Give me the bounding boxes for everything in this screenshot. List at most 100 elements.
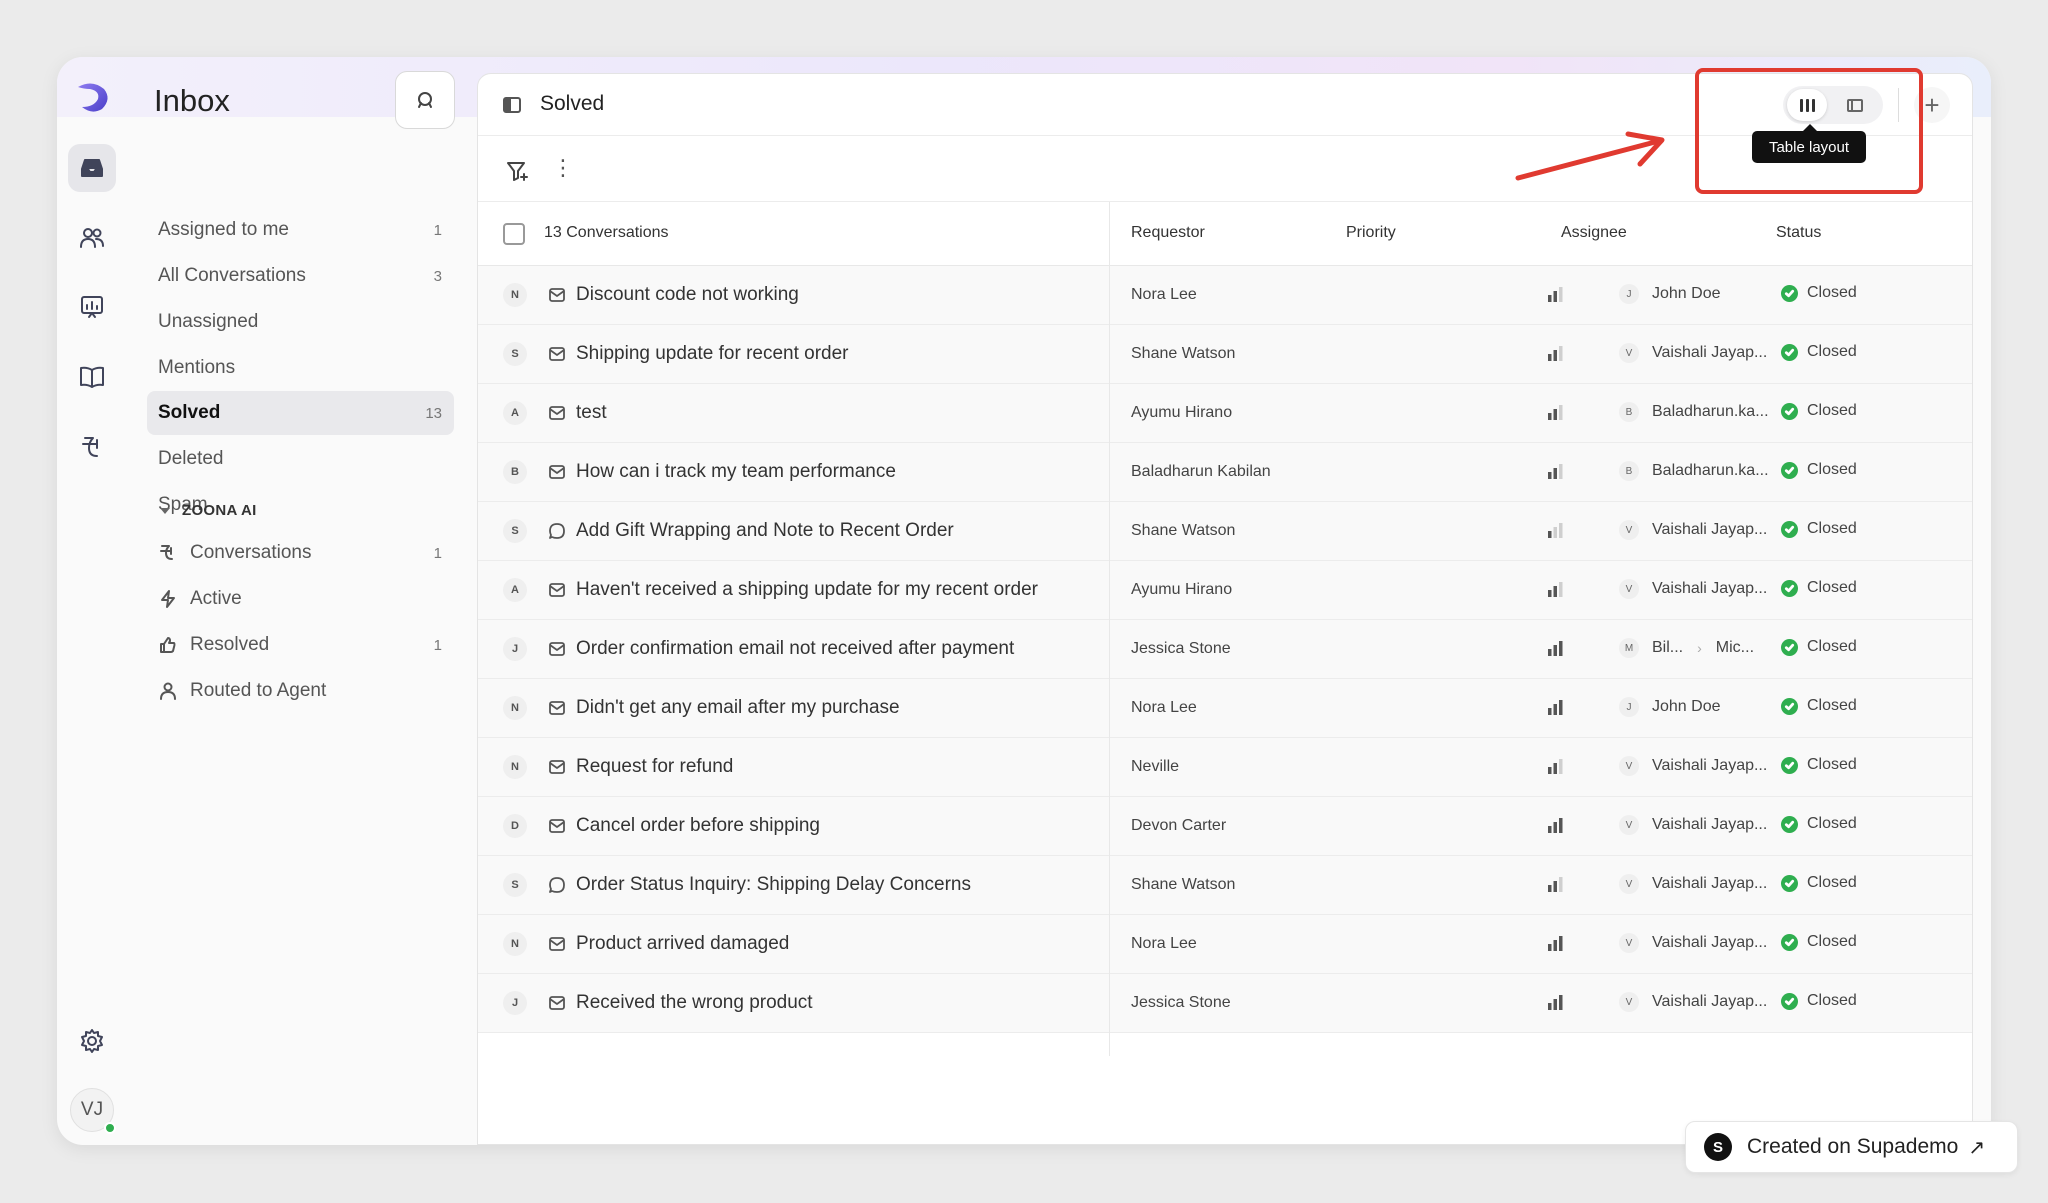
priority-bars-icon[interactable]: [1546, 404, 1564, 420]
column-header-priority[interactable]: Priority: [1346, 224, 1396, 242]
status-badge[interactable]: Closed: [1781, 815, 1857, 833]
conversation-subject[interactable]: Order Status Inquiry: Shipping Delay Con…: [576, 874, 971, 896]
sidebar-item-ai-conversations[interactable]: Conversations 1: [158, 533, 454, 573]
assignee-cell[interactable]: B Baladharun.ka...: [1619, 461, 1769, 481]
priority-bars-icon[interactable]: [1546, 817, 1564, 833]
priority-bars-icon[interactable]: [1546, 758, 1564, 774]
priority-bars-icon[interactable]: [1546, 522, 1564, 538]
conversation-subject[interactable]: Received the wrong product: [576, 992, 813, 1014]
check-circle-icon: [1781, 520, 1798, 538]
priority-bars-icon[interactable]: [1546, 581, 1564, 597]
filter-button[interactable]: [505, 159, 529, 183]
status-badge[interactable]: Closed: [1781, 697, 1857, 715]
sidebar-item-ai-resolved[interactable]: Resolved 1: [158, 625, 454, 665]
sidebar-item-solved[interactable]: Solved 13: [147, 391, 454, 435]
priority-bars-icon[interactable]: [1546, 699, 1564, 715]
status-badge[interactable]: Closed: [1781, 402, 1857, 420]
assignee-name: Vaishali Jayap...: [1652, 757, 1768, 774]
status-badge[interactable]: Closed: [1781, 284, 1857, 302]
sidebar-item-unassigned[interactable]: Unassigned: [147, 300, 454, 344]
priority-bars-icon[interactable]: [1546, 463, 1564, 479]
sidebar-item-assigned-to-me[interactable]: Assigned to me 1: [147, 208, 454, 252]
table-row[interactable]: N Discount code not working Nora Lee J John …: [478, 266, 1972, 325]
assignee-cell[interactable]: V Vaishali Jayap...: [1619, 815, 1767, 835]
conversation-subject[interactable]: Request for refund: [576, 756, 733, 778]
contacts-nav-button[interactable]: [68, 214, 116, 262]
priority-bars-icon[interactable]: [1546, 345, 1564, 361]
conversation-subject[interactable]: Product arrived damaged: [576, 933, 789, 955]
status-badge[interactable]: Closed: [1781, 874, 1857, 892]
sidebar-item-all-conversations[interactable]: All Conversations 3: [147, 254, 454, 298]
table-row[interactable]: N Request for refund Neville V Vaishali Jaya…: [478, 738, 1972, 797]
settings-nav-button[interactable]: [68, 1017, 116, 1065]
priority-bars-icon[interactable]: [1546, 994, 1564, 1010]
inbox-nav-button[interactable]: [68, 144, 116, 192]
conversation-subject[interactable]: Shipping update for recent order: [576, 343, 849, 365]
assignee-cell[interactable]: V Vaishali Jayap...: [1619, 343, 1767, 363]
table-row[interactable]: S Order Status Inquiry: Shipping Delay Co…: [478, 856, 1972, 915]
reports-nav-button[interactable]: [68, 283, 116, 331]
status-badge[interactable]: Closed: [1781, 992, 1857, 1010]
table-row[interactable]: J Received the wrong product Jessica Stone…: [478, 974, 1972, 1033]
assignee-cell[interactable]: V Vaishali Jayap...: [1619, 933, 1767, 953]
status-badge[interactable]: Closed: [1781, 933, 1857, 951]
select-all-checkbox[interactable]: [503, 223, 525, 245]
conversation-subject[interactable]: Order confirmation email not received af…: [576, 638, 1014, 660]
table-row[interactable]: S Shipping update for recent order Shane W…: [478, 325, 1972, 384]
table-row[interactable]: B How can i track my team performance Bala…: [478, 443, 1972, 502]
conversation-subject[interactable]: Add Gift Wrapping and Note to Recent Ord…: [576, 520, 954, 542]
priority-bars-icon[interactable]: [1546, 935, 1564, 951]
status-badge[interactable]: Closed: [1781, 638, 1857, 656]
table-row[interactable]: Atest Ayumu Hirano B Baladharun.ka... Closed: [478, 384, 1972, 443]
conversation-subject[interactable]: How can i track my team performance: [576, 461, 896, 483]
table-row[interactable]: N Didn't get any email after my purchase N…: [478, 679, 1972, 738]
sidebar-item-label: Routed to Agent: [190, 680, 327, 701]
assignee-cell[interactable]: J John Doe: [1619, 284, 1721, 304]
table-row[interactable]: J Order confirmation email not received a…: [478, 620, 1972, 679]
assignee-cell[interactable]: V Vaishali Jayap...: [1619, 874, 1767, 894]
table-row[interactable]: S Add Gift Wrapping and Note to Recent Or…: [478, 502, 1972, 561]
assignee-cell[interactable]: V Vaishali Jayap...: [1619, 992, 1767, 1012]
column-header-status[interactable]: Status: [1776, 224, 1821, 242]
status-badge[interactable]: Closed: [1781, 579, 1857, 597]
app-logo-icon[interactable]: [72, 77, 112, 117]
ai-agent-nav-button[interactable]: [68, 423, 116, 471]
toggle-sidebar-icon[interactable]: [503, 97, 521, 113]
assignee-cell[interactable]: B Baladharun.ka...: [1619, 402, 1769, 422]
column-header-assignee[interactable]: Assignee: [1561, 224, 1627, 242]
zoona-ai-section-toggle[interactable]: ZOONA AI: [158, 502, 257, 519]
status-badge[interactable]: Closed: [1781, 461, 1857, 479]
status-badge[interactable]: Closed: [1781, 756, 1857, 774]
sidebar-item-deleted[interactable]: Deleted: [147, 437, 454, 481]
table-row[interactable]: A Haven't received a shipping update for …: [478, 561, 1972, 620]
priority-bars-icon[interactable]: [1546, 286, 1564, 302]
assignee-cell[interactable]: J John Doe: [1619, 697, 1721, 717]
column-header-requestor[interactable]: Requestor: [1131, 224, 1205, 242]
knowledge-base-nav-button[interactable]: [68, 353, 116, 401]
status-badge[interactable]: Closed: [1781, 343, 1857, 361]
table-row[interactable]: N Product arrived damaged Nora Lee V Vaishal…: [478, 915, 1972, 974]
conversation-subject[interactable]: Haven't received a shipping update for m…: [576, 579, 1038, 601]
supademo-badge[interactable]: S Created on Supademo ↗: [1685, 1121, 2018, 1173]
table-row[interactable]: D Cancel order before shipping Devon Carte…: [478, 797, 1972, 856]
assignee-cell[interactable]: V Vaishali Jayap...: [1619, 520, 1767, 540]
priority-bars-icon[interactable]: [1546, 876, 1564, 892]
conversation-subject[interactable]: Cancel order before shipping: [576, 815, 820, 837]
status-label: Closed: [1807, 579, 1857, 596]
assignee-cell[interactable]: V Vaishali Jayap...: [1619, 579, 1767, 599]
assignee-cell[interactable]: V Vaishali Jayap...: [1619, 756, 1767, 776]
search-button[interactable]: [395, 71, 455, 129]
sidebar-item-label: All Conversations: [158, 265, 306, 286]
sidebar-item-mentions[interactable]: Mentions: [147, 346, 454, 390]
conversation-subject[interactable]: test: [576, 402, 607, 424]
priority-bars-icon[interactable]: [1546, 640, 1564, 656]
check-circle-icon: [1781, 343, 1798, 361]
assignee-cell[interactable]: M Bil... › Mic...: [1619, 638, 1754, 658]
sidebar-item-ai-active[interactable]: Active: [158, 579, 454, 619]
conversation-subject[interactable]: Discount code not working: [576, 284, 799, 306]
conversation-subject[interactable]: Didn't get any email after my purchase: [576, 697, 900, 719]
assignee-name-secondary: Mic...: [1715, 639, 1755, 656]
sidebar-item-ai-routed-to-agent[interactable]: Routed to Agent: [158, 671, 454, 711]
status-badge[interactable]: Closed: [1781, 520, 1857, 538]
more-options-icon[interactable]: ⋮: [552, 157, 574, 179]
